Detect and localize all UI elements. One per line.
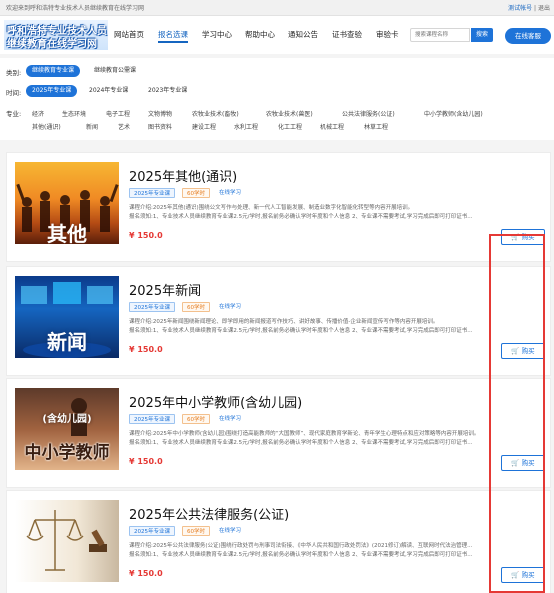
major-tag[interactable]: 图书资料 bbox=[148, 122, 172, 131]
major-tag[interactable]: 生态环境 bbox=[62, 109, 86, 118]
course-description: 课程介绍:2025年公共法律服务(公证)围绕行政处罚与刑事司法衔接、《中华人民共… bbox=[129, 543, 473, 549]
nav-item-enroll[interactable]: 报名选课 bbox=[158, 29, 188, 40]
course-mode-badge: 在线学习 bbox=[219, 528, 242, 534]
major-tag[interactable]: 中小学教师(含幼儿园) bbox=[424, 109, 483, 118]
course-card: 2025年公共法律服务(公证) 2025年专业课 60学时 在线学习 课程介绍:… bbox=[6, 490, 551, 593]
search-button[interactable]: 搜索 bbox=[471, 28, 493, 42]
separator: | bbox=[534, 5, 537, 12]
course-hours-badge: 60学时 bbox=[182, 414, 210, 424]
active-nav-underline bbox=[158, 41, 188, 43]
course-hours-badge: 60学时 bbox=[182, 526, 210, 536]
nav-item-study-center[interactable]: 学习中心 bbox=[202, 29, 232, 40]
logo-line-2: 继续教育在线学习网 bbox=[7, 39, 97, 50]
course-description: 课程介绍:2025年中小学教师(含幼儿园)围绕打造高能教师的“大国教师”、现代家… bbox=[129, 431, 480, 437]
time-label: 时间: bbox=[6, 89, 22, 97]
category-label: 类别: bbox=[6, 69, 22, 77]
course-price: ¥ 150.0 bbox=[129, 569, 163, 578]
course-hours-badge: 60学时 bbox=[182, 302, 210, 312]
course-type-badge: 2025年专业课 bbox=[129, 526, 175, 536]
course-title[interactable]: 2025年中小学教师(含幼儿园) bbox=[129, 392, 302, 411]
major-tag[interactable]: 电子工程 bbox=[106, 109, 130, 118]
course-title[interactable]: 2025年新闻 bbox=[129, 280, 201, 299]
course-notice: 报名须知:1、专业技术人员继续教育专业课2.5元/学时,报名前务必确认学时年度和… bbox=[129, 440, 473, 446]
online-service-button[interactable]: 在线客服 bbox=[505, 28, 551, 44]
major-tag[interactable]: 公共法律服务(公证) bbox=[342, 109, 395, 118]
course-description: 课程介绍:2025年其他(通识)围绕公文写作与处理、新一代人工智能发展、制造业数… bbox=[129, 205, 414, 211]
course-card: 新闻 2025年新闻 2025年专业课 60学时 在线学习 课程介绍:2025年… bbox=[6, 266, 551, 376]
major-tag[interactable]: 农牧业技术(畜牧) bbox=[192, 109, 239, 118]
course-price: ¥ 150.0 bbox=[129, 345, 163, 354]
major-tag[interactable]: 林草工程 bbox=[364, 122, 388, 131]
thumb-title: 其他 bbox=[47, 222, 87, 244]
major-tag[interactable]: 新闻 bbox=[86, 122, 98, 131]
course-mode-badge: 在线学习 bbox=[219, 304, 242, 310]
course-thumbnail[interactable]: 新闻 bbox=[15, 276, 119, 358]
site-logo[interactable]: 呼和浩特专业技术人员 继续教育在线学习网 bbox=[4, 20, 108, 50]
nav-item-certificate[interactable]: 证书查验 bbox=[332, 29, 362, 40]
major-tag[interactable]: 艺术 bbox=[118, 122, 130, 131]
nav-item-notices[interactable]: 通知公告 bbox=[288, 29, 318, 40]
welcome-text: 欢迎来到呼和浩特专业技术人员继续教育在线学习网 bbox=[6, 5, 145, 12]
category-pill-public[interactable]: 继续教育公需课 bbox=[88, 65, 142, 77]
account-links: 测试帐号 | 退出 bbox=[508, 3, 550, 12]
course-notice: 报名须知:1、专业技术人员继续教育专业课2.5元/学时,报名前务必确认学时年度和… bbox=[129, 214, 473, 220]
major-tag[interactable]: 经济 bbox=[32, 109, 44, 118]
nav-item-help[interactable]: 帮助中心 bbox=[245, 29, 275, 40]
filter-panel: 类别: 继续教育专业课 继续教育公需课 时间: 2025年专业课 2024年专业… bbox=[0, 58, 554, 140]
highlight-annotation-box bbox=[489, 234, 545, 593]
course-thumbnail[interactable] bbox=[15, 500, 119, 582]
nav-item-home[interactable]: 网站首页 bbox=[114, 29, 144, 40]
course-title[interactable]: 2025年公共法律服务(公证) bbox=[129, 504, 289, 523]
major-tag[interactable]: 文物博物 bbox=[148, 109, 172, 118]
thumb-title: 新闻 bbox=[47, 330, 87, 354]
course-type-badge: 2025年专业课 bbox=[129, 302, 175, 312]
account-link[interactable]: 测试帐号 bbox=[508, 5, 532, 12]
course-price: ¥ 150.0 bbox=[129, 457, 163, 466]
course-mode-badge: 在线学习 bbox=[219, 190, 242, 196]
course-hours-badge: 60学时 bbox=[182, 188, 210, 198]
course-price: ¥ 150.0 bbox=[129, 231, 163, 240]
major-tag[interactable]: 其他(通识) bbox=[32, 122, 61, 131]
course-card: (含幼儿园) 中小学教师 2025年中小学教师(含幼儿园) 2025年专业课 6… bbox=[6, 378, 551, 488]
course-card: 其他 2025年其他(通识) 2025年专业课 60学时 在线学习 课程介绍:2… bbox=[6, 152, 551, 262]
category-pill-professional[interactable]: 继续教育专业课 bbox=[26, 65, 81, 77]
thumb-title: 中小学教师 bbox=[24, 443, 110, 463]
search-input[interactable] bbox=[410, 28, 470, 42]
course-notice: 报名须知:1、专业技术人员继续教育专业课2.5元/学时,报名前务必确认学时年度和… bbox=[129, 552, 473, 558]
justice-scale-icon bbox=[26, 510, 107, 571]
time-pill-2023[interactable]: 2023年专业课 bbox=[142, 85, 193, 97]
time-pill-2025[interactable]: 2025年专业课 bbox=[26, 85, 78, 97]
course-notice: 报名须知:1、专业技术人员继续教育专业课2.5元/学时,报名前务必确认学时年度和… bbox=[129, 328, 473, 334]
time-pill-2024[interactable]: 2024年专业课 bbox=[83, 85, 134, 97]
major-tag[interactable]: 机械工程 bbox=[320, 122, 344, 131]
course-thumbnail[interactable]: 其他 bbox=[15, 162, 119, 244]
major-tag[interactable]: 建设工程 bbox=[192, 122, 216, 131]
course-mode-badge: 在线学习 bbox=[219, 416, 242, 422]
site-header: 呼和浩特专业技术人员 继续教育在线学习网 网站首页 报名选课 学习中心 帮助中心… bbox=[0, 16, 554, 54]
top-bar: 欢迎来到呼和浩特专业技术人员继续教育在线学习网 测试帐号 | 退出 bbox=[0, 0, 554, 16]
thumb-subtitle: (含幼儿园) bbox=[42, 414, 92, 425]
course-thumbnail[interactable]: (含幼儿园) 中小学教师 bbox=[15, 388, 119, 470]
course-title[interactable]: 2025年其他(通识) bbox=[129, 166, 237, 185]
major-tag[interactable]: 农牧业技术(兽医) bbox=[266, 109, 313, 118]
course-type-badge: 2025年专业课 bbox=[129, 414, 175, 424]
logout-link[interactable]: 退出 bbox=[538, 5, 550, 12]
course-description: 课程介绍:2025年新闻围绕新闻理论、即学即用的新闻报道写作技巧、讲好故事、传播… bbox=[129, 319, 439, 325]
major-label: 专业: bbox=[6, 110, 22, 118]
major-tag[interactable]: 水利工程 bbox=[234, 122, 258, 131]
course-type-badge: 2025年专业课 bbox=[129, 188, 175, 198]
major-tag[interactable]: 化工工程 bbox=[278, 122, 302, 131]
nav-item-review-card[interactable]: 审验卡 bbox=[376, 29, 399, 40]
